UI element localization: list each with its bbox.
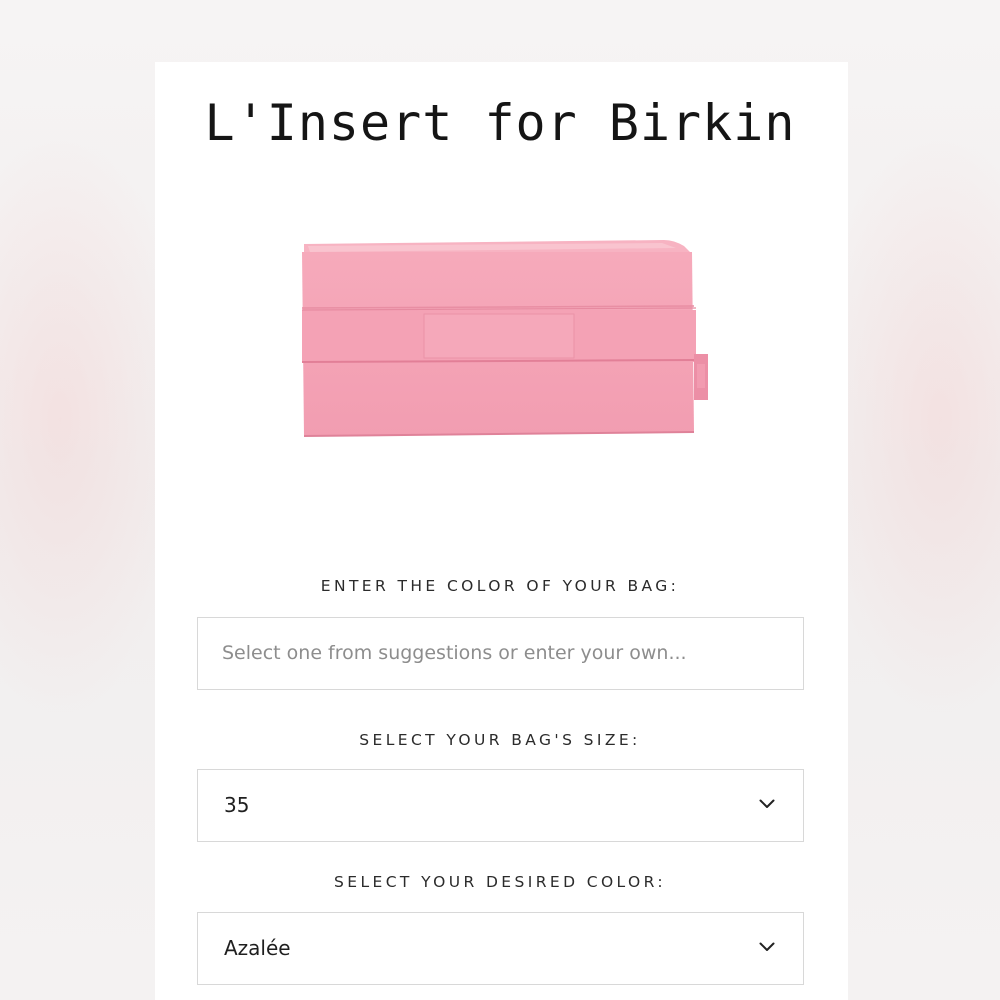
bag-color-input[interactable] [222, 618, 782, 688]
product-options-panel [155, 62, 848, 1000]
desired-color-select[interactable]: Azalée [197, 912, 804, 985]
chevron-down-icon[interactable] [759, 941, 775, 953]
desired-color-label: SELECT YOUR DESIRED COLOR: [334, 873, 666, 891]
desired-color-selected-value: Azalée [224, 936, 291, 960]
bag-size-selected-value: 35 [224, 793, 250, 817]
pink-bag-insert-image [301, 240, 708, 437]
bag-color-field[interactable] [197, 617, 804, 690]
bag-size-label: SELECT YOUR BAG'S SIZE: [359, 731, 641, 749]
page-title: L'Insert for Birkin [204, 94, 796, 152]
bag-color-label: ENTER THE COLOR OF YOUR BAG: [320, 577, 680, 595]
bag-size-select[interactable]: 35 [197, 769, 804, 842]
chevron-down-icon[interactable] [759, 798, 775, 810]
